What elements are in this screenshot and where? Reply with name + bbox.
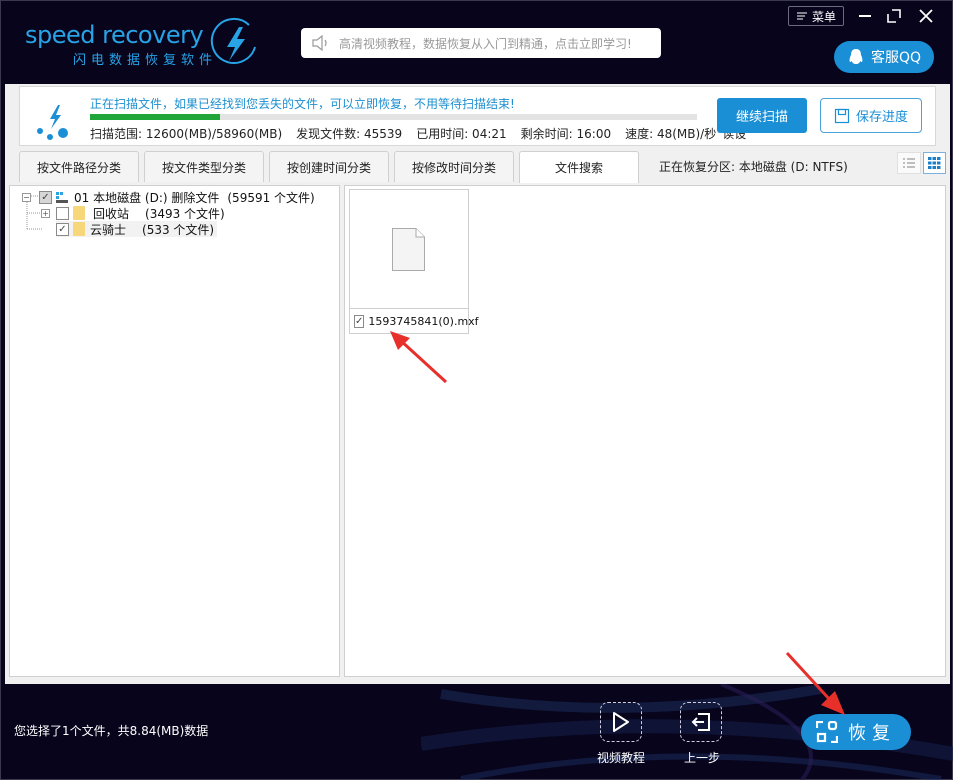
save-progress-button[interactable]: 保存进度 (820, 98, 922, 133)
qq-label: 客服QQ (870, 50, 922, 66)
tree-row-recycle-bin[interactable]: + 回收站 (3493 个文件) (41, 205, 225, 221)
root-checkbox[interactable]: ✓ (39, 190, 52, 204)
tab-by-created-time[interactable]: 按创建时间分类 (269, 151, 389, 182)
save-progress-label: 保存进度 (855, 110, 908, 125)
back-label: 上一步 (684, 751, 721, 765)
back-exit-icon (691, 713, 710, 731)
tree-row-yunqishi[interactable]: ✓ 云骑士 (533 个文件) (56, 221, 218, 237)
scan-stats: 扫描范围: 12600(MB)/58960(MB) 发现文件数: 45539 已… (90, 125, 746, 142)
file-grid: ✓ 1593745841(0).mxf (344, 185, 946, 677)
category-tabs: 按文件路径分类 按文件类型分类 按创建时间分类 按修改时间分类 文件搜索 (19, 151, 644, 183)
tab-file-search[interactable]: 文件搜索 (519, 151, 639, 183)
recycle-bin-checkbox[interactable] (56, 206, 69, 220)
scan-status-panel: 正在扫描文件，如果已经找到您丢失的文件，可以立即恢复，不用等待扫描结束! 扫描范… (19, 86, 936, 146)
recycle-bin-count: (3493 个文件) (145, 206, 225, 221)
scanning-icon (37, 105, 68, 140)
close-button[interactable] (915, 5, 937, 27)
grid-view-icon (928, 157, 941, 169)
app-window: speed recovery 闪电数据恢复软件 高清视频教程，数据恢复从入门到精… (0, 0, 953, 780)
yunqishi-count: (533 个文件) (142, 222, 215, 237)
logo: speed recovery 闪电数据恢复软件 (25, 17, 265, 73)
list-view-icon (903, 158, 915, 168)
drive-icon (56, 191, 68, 203)
customer-service-qq-button[interactable]: 客服QQ (834, 41, 934, 73)
list-view-button[interactable] (897, 152, 921, 174)
continue-scan-button[interactable]: 继续扫描 (717, 98, 807, 133)
logo-text: speed recovery (25, 21, 204, 49)
folder-icon (73, 206, 85, 220)
document-file-icon (392, 228, 425, 271)
selection-info: 您选择了1个文件，共8.84(MB)数据 (14, 724, 209, 738)
floppy-disk-icon (834, 108, 850, 123)
menu-button[interactable]: 菜单 (788, 6, 844, 26)
scan-range: 扫描范围: 12600(MB)/58960(MB) (90, 127, 283, 141)
recycle-bin-label: 回收站 (93, 206, 130, 221)
tab-by-type[interactable]: 按文件类型分类 (144, 151, 264, 182)
close-icon (919, 9, 933, 23)
folder-tree: − ✓ 01 本地磁盘 (D:) 删除文件 (59591 个文件) + 回收站 … (9, 185, 340, 677)
minimize-button[interactable] (854, 5, 876, 27)
qq-penguin-icon (849, 49, 863, 64)
video-tutorial-button[interactable] (600, 702, 642, 742)
root-label: 01 本地磁盘 (D:) 删除文件 (74, 190, 220, 205)
file-checkbox[interactable]: ✓ (354, 314, 365, 328)
tab-by-path[interactable]: 按文件路径分类 (19, 151, 139, 182)
folder-icon (73, 222, 85, 236)
scan-progress-fill (90, 114, 220, 120)
elapsed-time: 已用时间: 04:21 (416, 127, 507, 141)
scan-message: 正在扫描文件，如果已经找到您丢失的文件，可以立即恢复，不用等待扫描结束! (90, 97, 515, 111)
remaining-time: 剩余时间: 16:00 (520, 127, 612, 141)
file-card[interactable]: ✓ 1593745841(0).mxf (349, 189, 479, 334)
notice-text: 高清视频教程，数据恢复从入门到精通，点击立即学习! (339, 36, 632, 51)
maximize-button[interactable] (883, 5, 905, 27)
tree-row-root[interactable]: − ✓ 01 本地磁盘 (D:) 删除文件 (59591 个文件) (22, 189, 315, 205)
current-partition: 正在恢复分区: 本地磁盘 (D: NTFS) (659, 160, 848, 174)
yunqishi-checkbox[interactable]: ✓ (56, 222, 69, 236)
recover-button[interactable]: 恢复 (801, 714, 911, 750)
files-found: 发现文件数: 45539 (296, 127, 403, 141)
logo-subtitle: 闪电数据恢复软件 (73, 53, 218, 68)
menu-label: 菜单 (811, 9, 836, 24)
video-tutorial-label: 视频教程 (597, 751, 646, 765)
back-button[interactable] (680, 702, 722, 742)
lightning-logo-icon (210, 18, 256, 64)
tutorial-notice-bar[interactable]: 高清视频教程，数据恢复从入门到精通，点击立即学习! (301, 28, 661, 58)
yunqishi-label: 云骑士 (90, 222, 127, 237)
tab-by-modified-time[interactable]: 按修改时间分类 (394, 151, 514, 182)
play-icon (613, 712, 629, 732)
main-panel: 正在扫描文件，如果已经找到您丢失的文件，可以立即恢复，不用等待扫描结束! 扫描范… (5, 84, 950, 684)
collapse-icon[interactable]: − (22, 192, 31, 202)
recover-label: 恢复 (848, 723, 896, 744)
menu-icon (796, 12, 807, 20)
file-card-footer: ✓ 1593745841(0).mxf (350, 308, 479, 333)
speaker-icon (312, 35, 327, 51)
expand-icon[interactable]: + (41, 208, 50, 218)
scan-speed: 速度: 48(MB)/秒 (625, 127, 717, 141)
minimize-icon (859, 15, 871, 17)
scan-progress-bar (90, 114, 697, 120)
maximize-icon (887, 9, 901, 23)
file-name: 1593745841(0).mxf (368, 314, 479, 328)
root-count: (59591 个文件) (227, 190, 315, 205)
grid-view-button[interactable] (923, 152, 946, 174)
scan-frame-icon (816, 721, 838, 743)
